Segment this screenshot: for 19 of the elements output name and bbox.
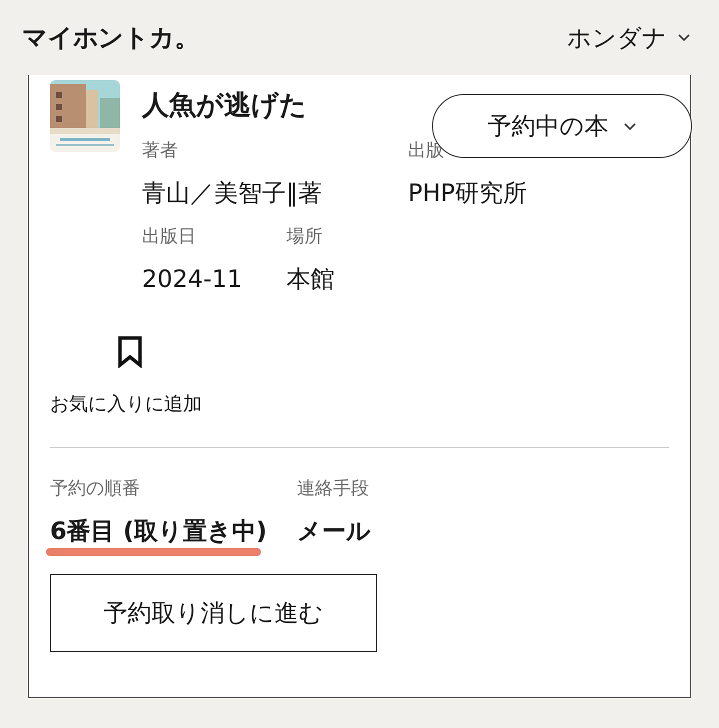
field-label: 著者 bbox=[142, 139, 179, 163]
field-value: 6番目 (取り置き中) bbox=[50, 516, 267, 544]
field-label: 出版日 bbox=[142, 225, 197, 249]
book-title: 人魚が逃げた bbox=[142, 89, 308, 123]
field-value: PHP研究所 bbox=[408, 178, 527, 209]
field-value: 2024-11 bbox=[142, 264, 242, 295]
favorite-button[interactable]: お気に入りに追加 bbox=[50, 336, 202, 418]
field-label: 場所 bbox=[286, 225, 324, 249]
field-value: 青山／美智子‖著 bbox=[142, 178, 323, 209]
cancel-reservation-button[interactable]: 予約取り消しに進む bbox=[50, 574, 377, 652]
chevron-down-icon bbox=[622, 122, 636, 130]
field-value: メール bbox=[297, 516, 371, 544]
chevron-down-icon bbox=[677, 33, 691, 42]
bookshelf-menu[interactable]: ホンダナ bbox=[567, 20, 691, 56]
app-logo[interactable]: マイホントカ。 bbox=[22, 18, 199, 56]
field-label: 連絡手段 bbox=[297, 476, 370, 500]
bookmark-icon bbox=[117, 336, 143, 368]
field-label: 予約の順番 bbox=[50, 476, 141, 500]
field-value: 本館 bbox=[286, 264, 334, 295]
